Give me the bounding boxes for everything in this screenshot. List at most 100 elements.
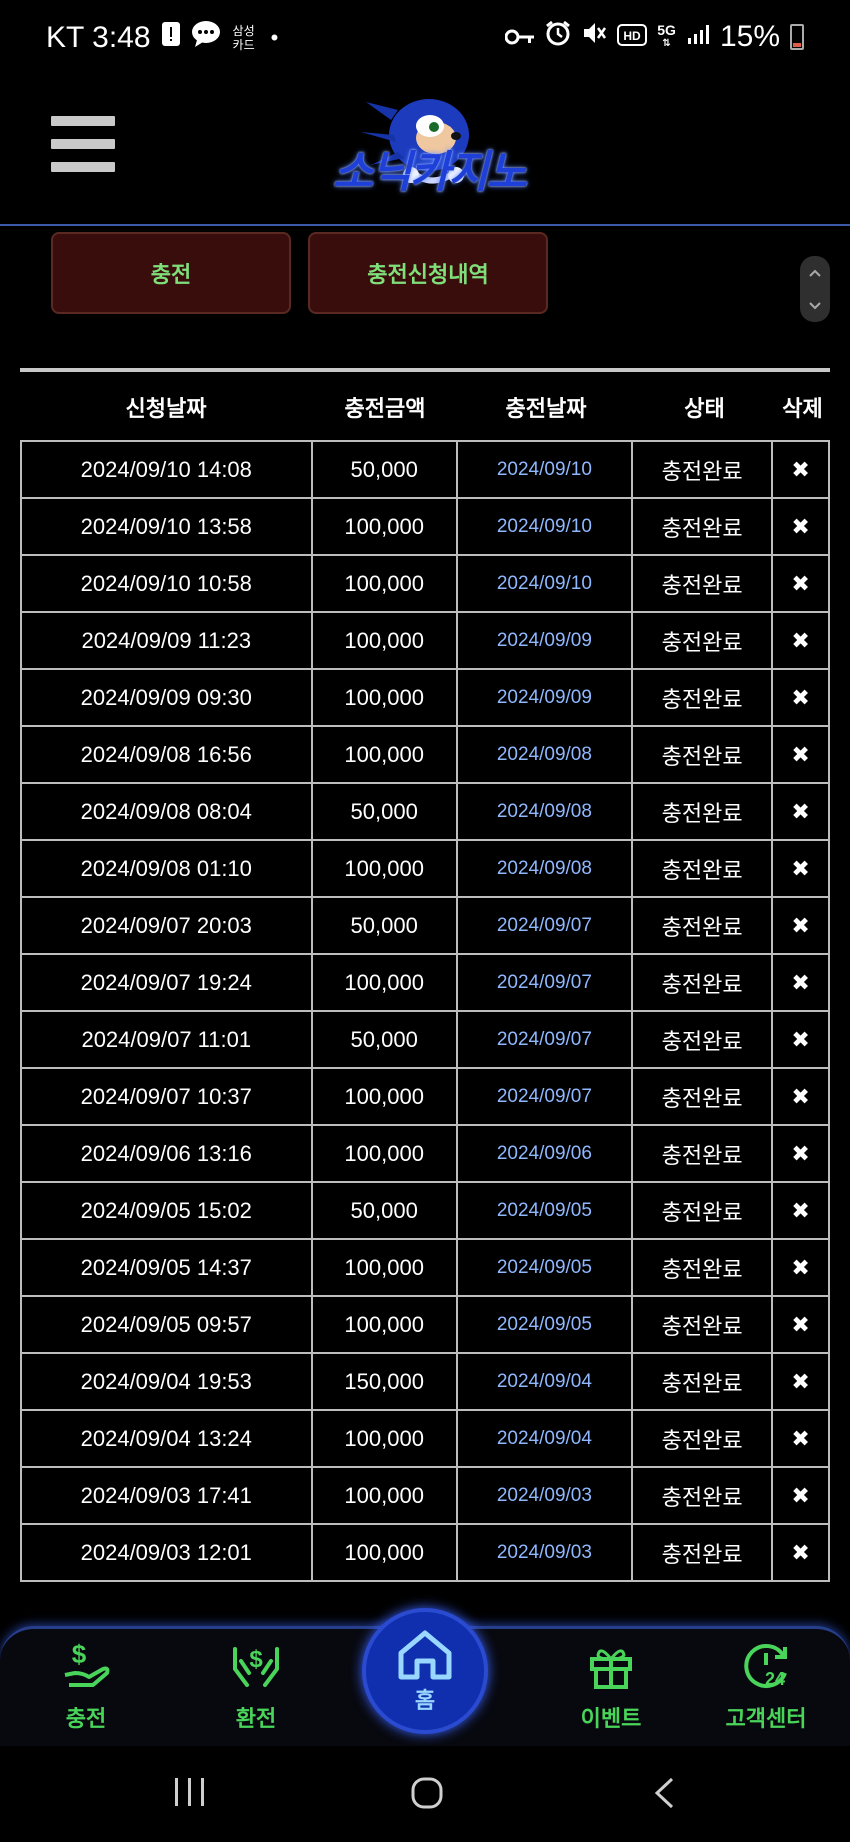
- request-date-cell: 2024/09/07 11:01: [22, 1012, 313, 1067]
- carrier-time: KT 3:48: [46, 21, 151, 54]
- delete-button[interactable]: ✖: [773, 670, 828, 725]
- header-status: 상태: [684, 396, 725, 421]
- nav-support[interactable]: 24 고객센터: [706, 1639, 826, 1733]
- delete-button[interactable]: ✖: [773, 1012, 828, 1067]
- delete-button[interactable]: ✖: [773, 1525, 828, 1580]
- status-cell: 충전완료: [633, 1069, 774, 1124]
- amount-cell: 100,000: [313, 499, 458, 554]
- request-date-cell: 2024/09/08 16:56: [22, 727, 313, 782]
- delete-button[interactable]: ✖: [773, 841, 828, 896]
- amount-cell: 100,000: [313, 556, 458, 611]
- request-date-cell: 2024/09/09 09:30: [22, 670, 313, 725]
- key-icon: [504, 20, 535, 54]
- charge-date-cell: 2024/09/05: [458, 1183, 633, 1238]
- home-system-icon[interactable]: [410, 1776, 444, 1819]
- header-delete: 삭제: [782, 396, 823, 421]
- notif-line-1: 삼성: [232, 24, 255, 38]
- delete-button[interactable]: ✖: [773, 898, 828, 953]
- delete-button[interactable]: ✖: [773, 556, 828, 611]
- nav-event[interactable]: 이벤트: [551, 1639, 671, 1733]
- delete-button[interactable]: ✖: [773, 955, 828, 1010]
- network-5g-icon: 5G ⇅: [657, 22, 676, 49]
- chevron-down-icon[interactable]: [808, 298, 822, 314]
- table-row: 2024/09/03 12:01 100,000 2024/09/03 충전완료 ✖: [22, 1525, 828, 1582]
- delete-button[interactable]: ✖: [773, 1468, 828, 1523]
- amount-cell: 100,000: [313, 1411, 458, 1466]
- logo[interactable]: 소닉카지노: [306, 80, 552, 212]
- delete-button[interactable]: ✖: [773, 1411, 828, 1466]
- delete-button[interactable]: ✖: [773, 499, 828, 554]
- svg-text:HD: HD: [624, 29, 642, 43]
- status-cell: 충전완료: [633, 1411, 774, 1466]
- charge-date-cell: 2024/09/03: [458, 1525, 633, 1580]
- delete-button[interactable]: ✖: [773, 784, 828, 839]
- table-row: 2024/09/09 11:23 100,000 2024/09/09 충전완료 ✖: [22, 613, 828, 670]
- back-icon[interactable]: [652, 1776, 676, 1819]
- amount-cell: 100,000: [313, 1297, 458, 1352]
- amount-cell: 150,000: [313, 1354, 458, 1409]
- notif-line-2: 카드: [232, 38, 255, 52]
- status-cell: 충전완료: [633, 442, 774, 497]
- charge-date-cell: 2024/09/10: [458, 556, 633, 611]
- delete-button[interactable]: ✖: [773, 1069, 828, 1124]
- alert-icon: [161, 21, 181, 55]
- nav-charge[interactable]: $ 충전: [26, 1639, 146, 1733]
- menu-icon[interactable]: [51, 116, 115, 172]
- header-request-date: 신청날짜: [125, 396, 207, 421]
- amount-cell: 100,000: [313, 1525, 458, 1580]
- delete-button[interactable]: ✖: [773, 1126, 828, 1181]
- status-cell: 충전완료: [633, 898, 774, 953]
- recent-apps-icon[interactable]: [172, 1776, 208, 1817]
- table-header: 신청날짜 충전금액 충전날짜 상태 삭제: [20, 378, 830, 436]
- table-row: 2024/09/07 10:37 100,000 2024/09/07 충전완료 ✖: [22, 1069, 828, 1126]
- request-date-cell: 2024/09/03 12:01: [22, 1525, 313, 1580]
- table-top-divider: [20, 368, 830, 372]
- charge-date-cell: 2024/09/06: [458, 1126, 633, 1181]
- mute-icon: [581, 20, 607, 54]
- home-icon: [398, 1630, 452, 1680]
- delete-button[interactable]: ✖: [773, 727, 828, 782]
- tab-charge-history[interactable]: 충전신청내역: [308, 232, 548, 314]
- status-cell: 충전완료: [633, 1126, 774, 1181]
- nav-exchange[interactable]: $ 환전: [196, 1639, 316, 1733]
- battery-icon: [790, 24, 804, 50]
- chevron-up-icon[interactable]: [808, 265, 822, 281]
- tab-charge[interactable]: 충전: [51, 232, 291, 314]
- table-row: 2024/09/07 20:03 50,000 2024/09/07 충전완료 ✖: [22, 898, 828, 955]
- status-cell: 충전완료: [633, 955, 774, 1010]
- svg-text:$: $: [249, 1646, 263, 1673]
- request-date-cell: 2024/09/07 19:24: [22, 955, 313, 1010]
- status-cell: 충전완료: [633, 613, 774, 668]
- delete-button[interactable]: ✖: [773, 1297, 828, 1352]
- table-row: 2024/09/03 17:41 100,000 2024/09/03 충전완료 ✖: [22, 1468, 828, 1525]
- charge-date-cell: 2024/09/04: [458, 1354, 633, 1409]
- request-date-cell: 2024/09/05 09:57: [22, 1297, 313, 1352]
- hands-money-icon: $: [233, 1646, 279, 1687]
- amount-cell: 100,000: [313, 670, 458, 725]
- charge-date-cell: 2024/09/08: [458, 784, 633, 839]
- amount-cell: 50,000: [313, 1012, 458, 1067]
- amount-cell: 100,000: [313, 1468, 458, 1523]
- delete-button[interactable]: ✖: [773, 442, 828, 497]
- table-row: 2024/09/04 19:53 150,000 2024/09/04 충전완료 ✖: [22, 1354, 828, 1411]
- request-date-cell: 2024/09/07 20:03: [22, 898, 313, 953]
- status-cell: 충전완료: [633, 841, 774, 896]
- charge-date-cell: 2024/09/05: [458, 1297, 633, 1352]
- status-cell: 충전완료: [633, 1297, 774, 1352]
- scroll-control[interactable]: [800, 256, 830, 322]
- request-date-cell: 2024/09/08 01:10: [22, 841, 313, 896]
- delete-button[interactable]: ✖: [773, 1183, 828, 1238]
- table-row: 2024/09/10 10:58 100,000 2024/09/10 충전완료 ✖: [22, 556, 828, 613]
- nav-charge-label: 충전: [65, 1706, 107, 1731]
- nav-home[interactable]: 홈: [362, 1608, 488, 1734]
- delete-button[interactable]: ✖: [773, 613, 828, 668]
- delete-button[interactable]: ✖: [773, 1354, 828, 1409]
- table-row: 2024/09/05 15:02 50,000 2024/09/05 충전완료 ✖: [22, 1183, 828, 1240]
- delete-button[interactable]: ✖: [773, 1240, 828, 1295]
- status-cell: 충전완료: [633, 556, 774, 611]
- status-cell: 충전완료: [633, 784, 774, 839]
- header-charge-date: 충전날짜: [505, 396, 587, 421]
- table-row: 2024/09/10 13:58 100,000 2024/09/10 충전완료 ✖: [22, 499, 828, 556]
- nav-home-label: 홈: [414, 1688, 436, 1713]
- request-date-cell: 2024/09/05 14:37: [22, 1240, 313, 1295]
